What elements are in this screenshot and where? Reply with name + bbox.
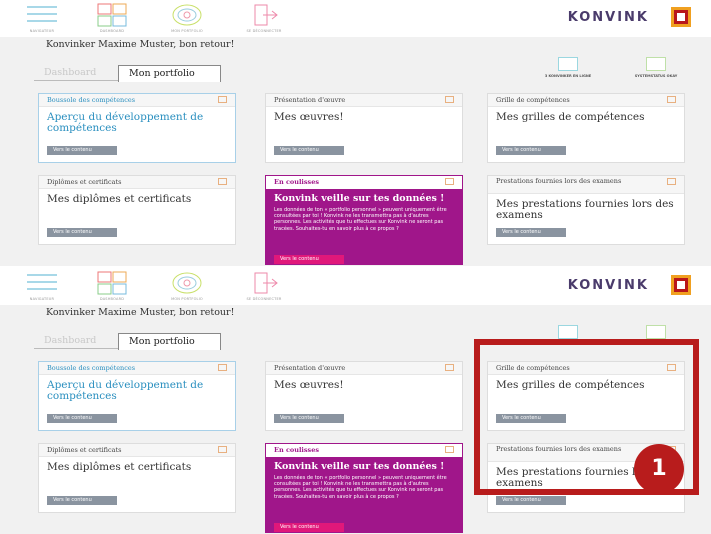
- presentation-icon: [445, 364, 454, 371]
- tab-portfolio[interactable]: Mon portfolio: [118, 333, 221, 350]
- card-header: En coulisses: [274, 446, 320, 454]
- card-title: Mes œuvres!: [274, 111, 344, 123]
- content-button[interactable]: Vers le contenu: [496, 496, 566, 505]
- content-button[interactable]: Vers le contenu: [274, 523, 344, 532]
- card-work-presentation: Présentation d'œuvre Mes œuvres! Vers le…: [265, 93, 463, 163]
- backstage-icon: [445, 446, 454, 453]
- card-competence-compass: Boussole des compétences Aperçu du dével…: [38, 93, 236, 163]
- card-diplomas: Diplômes et certificats Mes diplômes et …: [38, 443, 236, 513]
- status-online: 3 KONVINKER EN LIGNE: [537, 57, 599, 87]
- nav-navigator[interactable]: NAVIGATEUR: [12, 271, 72, 305]
- card-title: Mes œuvres!: [274, 379, 344, 391]
- card-header: Boussole des compétences: [47, 364, 136, 372]
- content-button[interactable]: Vers le contenu: [47, 414, 117, 423]
- screenshot-panel-top: NAVIGATEUR DASHBOARD MON PORTFOLIO SE DÉ…: [0, 0, 711, 266]
- konvink-logo-icon[interactable]: [671, 275, 691, 295]
- nav-navigator[interactable]: NAVIGATEUR: [12, 3, 72, 37]
- compass-icon: [218, 364, 227, 371]
- exam-icon: [667, 178, 676, 185]
- dashboard-icon: [97, 271, 127, 295]
- content-button[interactable]: Vers le contenu: [496, 228, 566, 237]
- card-work-presentation: Présentation d'œuvre Mes œuvres! Vers le…: [265, 361, 463, 431]
- screenshot-panel-bottom: NAVIGATEUR DASHBOARD MON PORTFOLIO SE DÉ…: [0, 268, 711, 534]
- tab-dashboard[interactable]: Dashboard: [34, 333, 118, 349]
- card-header: Diplômes et certificats: [47, 446, 122, 454]
- system-check-icon: [646, 57, 666, 71]
- portfolio-icon: [172, 4, 202, 26]
- compass-icon: [218, 96, 227, 103]
- welcome-message: Konvinker Maxime Muster, bon retour!: [46, 307, 235, 318]
- card-title: Konvink veille sur tes données !: [274, 461, 445, 472]
- content-button[interactable]: Vers le contenu: [47, 228, 117, 237]
- status-system: SYSTEMSTATUS OKAY: [625, 57, 687, 87]
- grid-icon: [667, 96, 676, 103]
- presentation-icon: [445, 96, 454, 103]
- card-backstage: En coulisses Konvink veille sur tes donn…: [265, 443, 463, 533]
- card-title: Aperçu du développement de compétences: [47, 379, 204, 402]
- card-header: Boussole des compétences: [47, 96, 136, 104]
- online-users-icon: [558, 57, 578, 71]
- card-title: Mes diplômes et certificats: [47, 193, 192, 205]
- card-competence-grid: Grille de compétences Mes grilles de com…: [487, 93, 685, 163]
- card-text: Les données de ton « portfolio personnel…: [274, 475, 447, 500]
- card-title: Mes grilles de compétences: [496, 111, 645, 123]
- content-button[interactable]: Vers le contenu: [274, 414, 344, 423]
- konvink-logo-text: KONVINK: [567, 10, 649, 25]
- card-header: En coulisses: [274, 178, 320, 186]
- konvink-logo-icon[interactable]: [671, 7, 691, 27]
- card-header: Diplômes et certificats: [47, 178, 122, 186]
- konvink-logo-text: KONVINK: [567, 278, 649, 293]
- top-navbar: NAVIGATEUR DASHBOARD MON PORTFOLIO SE DÉ…: [0, 268, 711, 305]
- logout-icon: [254, 4, 278, 26]
- nav-portfolio[interactable]: MON PORTFOLIO: [157, 3, 217, 37]
- card-exam-performance: Prestations fournies lors des examens Me…: [487, 175, 685, 245]
- certificate-icon: [218, 446, 227, 453]
- card-backstage: En coulisses Konvink veille sur tes donn…: [265, 175, 463, 265]
- content-button[interactable]: Vers le contenu: [274, 146, 344, 155]
- certificate-icon: [218, 178, 227, 185]
- portfolio-icon: [172, 272, 202, 294]
- hamburger-icon: [27, 274, 57, 290]
- system-check-icon: [646, 325, 666, 339]
- tab-dashboard[interactable]: Dashboard: [34, 65, 118, 81]
- card-title: Konvink veille sur tes données !: [274, 193, 445, 204]
- card-header: Grille de compétences: [496, 96, 570, 104]
- step-number-badge: 1: [634, 444, 684, 494]
- card-header: Prestations fournies lors des examens: [496, 177, 622, 185]
- card-title: Aperçu du développement de compétences: [47, 111, 204, 134]
- nav-logout[interactable]: SE DÉCONNECTER: [234, 3, 294, 37]
- logout-icon: [254, 272, 278, 294]
- nav-dashboard[interactable]: DASHBOARD: [82, 3, 142, 37]
- online-users-icon: [558, 325, 578, 339]
- hamburger-icon: [27, 6, 57, 22]
- dashboard-icon: [97, 3, 127, 27]
- content-button[interactable]: Vers le contenu: [47, 146, 117, 155]
- nav-dashboard[interactable]: DASHBOARD: [82, 271, 142, 305]
- content-button[interactable]: Vers le contenu: [274, 255, 344, 264]
- nav-logout[interactable]: SE DÉCONNECTER: [234, 271, 294, 305]
- tab-portfolio[interactable]: Mon portfolio: [118, 65, 221, 82]
- card-competence-compass: Boussole des compétences Aperçu du dével…: [38, 361, 236, 431]
- main-content: Konvinker Maxime Muster, bon retour! Das…: [0, 37, 711, 266]
- nav-portfolio[interactable]: MON PORTFOLIO: [157, 271, 217, 305]
- card-diplomas: Diplômes et certificats Mes diplômes et …: [38, 175, 236, 245]
- card-text: Les données de ton « portfolio personnel…: [274, 207, 447, 232]
- content-button[interactable]: Vers le contenu: [47, 496, 117, 505]
- card-header: Présentation d'œuvre: [274, 96, 346, 104]
- content-button[interactable]: Vers le contenu: [496, 146, 566, 155]
- welcome-message: Konvinker Maxime Muster, bon retour!: [46, 39, 235, 50]
- backstage-icon: [445, 178, 454, 185]
- card-title: Mes diplômes et certificats: [47, 461, 192, 473]
- card-title: Mes prestations fournies lors des examen…: [496, 198, 674, 221]
- card-header: Présentation d'œuvre: [274, 364, 346, 372]
- top-navbar: NAVIGATEUR DASHBOARD MON PORTFOLIO SE DÉ…: [0, 0, 711, 37]
